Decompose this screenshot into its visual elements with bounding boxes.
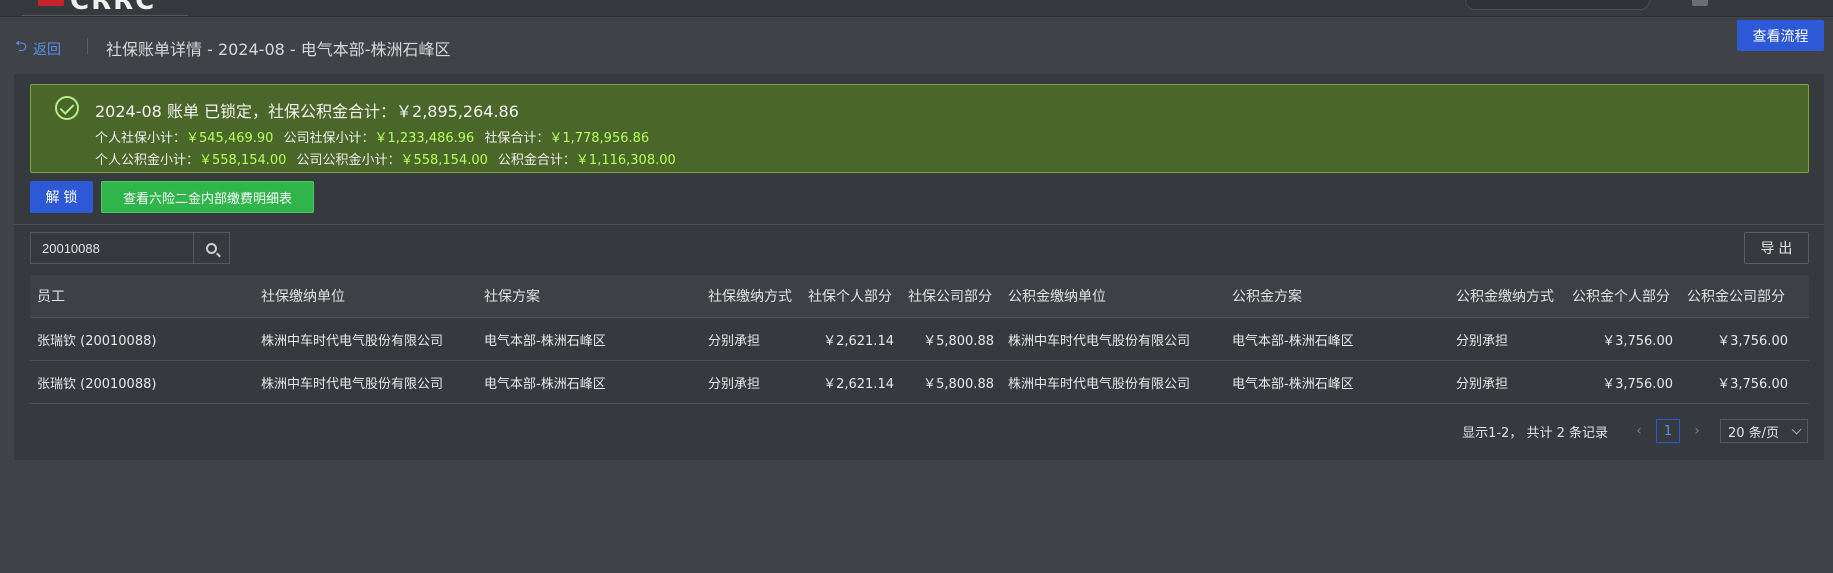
page-size-value: 20 条/页: [1728, 425, 1780, 441]
view-insurance-detail-button[interactable]: 查看六险二金内部缴费明细表: [101, 181, 314, 213]
table-cell: 株洲中车时代电气股份有限公司: [1008, 376, 1191, 392]
social-security-subtotals: 个人社保小计：￥545,469.90 公司社保小计：￥1,233,486.96 …: [95, 127, 649, 146]
back-label: 返回: [33, 41, 62, 58]
table-cell: ￥3,756.00: [1717, 376, 1788, 392]
employee-search: [30, 232, 230, 264]
undo-arrow-icon: ⮌: [15, 37, 28, 55]
table-cell: ￥2,621.14: [823, 333, 894, 349]
table-cell: 电气本部-株洲石峰区: [484, 333, 606, 349]
employee-link[interactable]: 张瑞钦 (20010088): [30, 330, 254, 349]
view-flow-button[interactable]: 查看流程: [1737, 20, 1824, 51]
back-link[interactable]: ⮌ 返回: [15, 36, 61, 61]
pagination-summary: 显示1-2， 共计 2 条记录: [1462, 425, 1608, 441]
housing-fund-subtotals: 个人公积金小计：￥558,154.00 公司公积金小计：￥558,154.00 …: [95, 149, 676, 168]
locked-status-alert: 2024-08 账单 已锁定，社保公积金合计：￥2,895,264.86 个人社…: [30, 84, 1809, 173]
subtotal-item: 公积金合计：￥1,116,308.00: [497, 153, 676, 168]
table-cell: ￥3,756.00: [1602, 333, 1673, 349]
page-number-button[interactable]: 1: [1656, 419, 1680, 443]
page-title: 社保账单详情 - 2024-08 - 电气本部-株洲石峰区: [106, 40, 451, 59]
action-buttons: 解 锁 查看六险二金内部缴费明细表: [30, 181, 314, 213]
prev-page-icon[interactable]: ‹: [1629, 423, 1649, 439]
column-header: 公积金缴纳单位: [1008, 289, 1106, 305]
table-cell: 电气本部-株洲石峰区: [1232, 376, 1354, 392]
top-navbar: CRRC: [0, 0, 1833, 17]
unlock-button[interactable]: 解 锁: [30, 181, 93, 213]
table-cell: 分别承担: [708, 333, 761, 349]
table-cell: ￥3,756.00: [1717, 333, 1788, 349]
subtotal-item: 公司社保小计：￥1,233,486.96: [283, 131, 475, 146]
global-search-input[interactable]: [1465, 0, 1650, 10]
column-header: 社保缴纳方式: [708, 289, 792, 305]
subtotal-item: 个人公积金小计：￥558,154.00: [95, 153, 287, 168]
subtotal-item: 个人社保小计：￥545,469.90: [95, 131, 274, 146]
pagination: 显示1-2， 共计 2 条记录 ‹ 1 › 20 条/页: [1462, 419, 1808, 443]
user-avatar-icon[interactable]: [1692, 0, 1708, 6]
table-header: 员工 社保缴纳单位 社保方案 社保缴纳方式 社保个人部分 社保公司部分 公积金缴…: [30, 275, 1809, 318]
search-icon: [206, 242, 217, 254]
column-header: 社保公司部分: [908, 289, 992, 305]
export-button[interactable]: 导 出: [1744, 232, 1809, 264]
search-button[interactable]: [194, 233, 229, 263]
table-row: 张瑞钦 (20010088) 株洲中车时代电气股份有限公司 电气本部-株洲石峰区…: [30, 361, 1809, 404]
table-cell: 电气本部-株洲石峰区: [1232, 333, 1354, 349]
table-cell: 株洲中车时代电气股份有限公司: [1008, 333, 1191, 349]
table-cell: 分别承担: [1456, 333, 1509, 349]
column-header: 社保缴纳单位: [261, 289, 345, 305]
table-row: 张瑞钦 (20010088) 株洲中车时代电气股份有限公司 电气本部-株洲石峰区…: [30, 318, 1809, 361]
table-cell: ￥5,800.88: [923, 376, 994, 392]
section-divider: [14, 224, 1824, 225]
column-header: 社保个人部分: [808, 289, 892, 305]
alert-main-text: 2024-08 账单 已锁定，社保公积金合计：￥2,895,264.86: [95, 102, 519, 121]
column-header: 社保方案: [484, 289, 540, 305]
table-cell: ￥2,621.14: [823, 376, 894, 392]
table-cell: 株洲中车时代电气股份有限公司: [261, 376, 444, 392]
column-header: 公积金公司部分: [1687, 289, 1785, 305]
next-page-icon[interactable]: ›: [1687, 423, 1707, 439]
table-cell: 分别承担: [708, 376, 761, 392]
table-cell: ￥3,756.00: [1602, 376, 1673, 392]
column-header: 员工: [37, 289, 65, 305]
bill-panel: 2024-08 账单 已锁定，社保公积金合计：￥2,895,264.86 个人社…: [14, 74, 1824, 460]
bill-table: 员工 社保缴纳单位 社保方案 社保缴纳方式 社保个人部分 社保公司部分 公积金缴…: [30, 275, 1809, 404]
page-header: ⮌ 返回 社保账单详情 - 2024-08 - 电气本部-株洲石峰区 查看流程: [0, 20, 1833, 64]
logo-text: CRRC: [70, 0, 157, 16]
crrc-logo-icon: [38, 0, 64, 6]
page-size-select[interactable]: 20 条/页: [1720, 419, 1808, 443]
subtotal-item: 社保合计：￥1,778,956.86: [484, 131, 650, 146]
employee-search-input[interactable]: [31, 233, 194, 263]
subtotal-item: 公司公积金小计：￥558,154.00: [296, 153, 488, 168]
employee-link[interactable]: 张瑞钦 (20010088): [30, 373, 254, 392]
check-circle-icon: [55, 96, 79, 120]
column-header: 公积金方案: [1232, 289, 1302, 305]
chevron-down-icon: [1791, 424, 1802, 434]
table-cell: 电气本部-株洲石峰区: [484, 376, 606, 392]
column-header: 公积金缴纳方式: [1456, 289, 1554, 305]
column-header: 公积金个人部分: [1572, 289, 1670, 305]
table-cell: 分别承担: [1456, 376, 1509, 392]
table-cell: ￥5,800.88: [923, 333, 994, 349]
table-cell: 株洲中车时代电气股份有限公司: [261, 333, 444, 349]
header-divider: [87, 38, 88, 54]
